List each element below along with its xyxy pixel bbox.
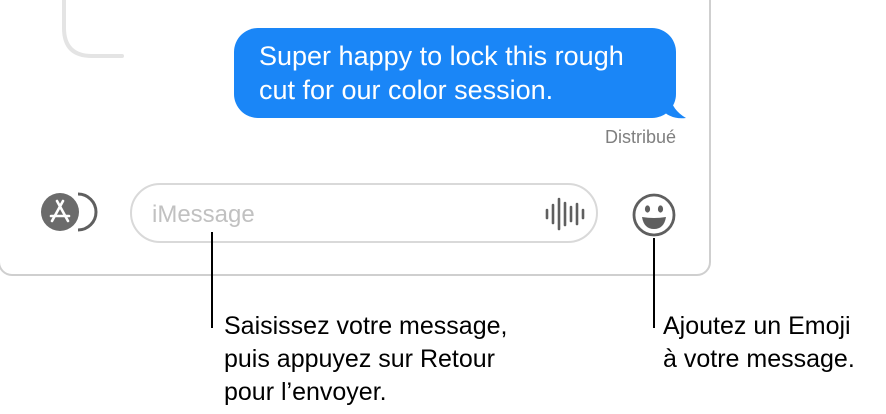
bubble-tail (660, 96, 686, 119)
delivery-status: Distribué (604, 127, 676, 147)
app-store-icon (41, 192, 98, 232)
apps-button[interactable] (38, 192, 104, 232)
emoji-button[interactable] (631, 192, 677, 243)
corner-arc-decoration (62, 0, 124, 58)
input-callout-line (211, 232, 213, 328)
smiley-face-icon (632, 193, 676, 237)
audio-waveform-icon[interactable] (544, 196, 586, 232)
emoji-callout-line (653, 238, 655, 328)
message-input[interactable]: iMessage (130, 183, 598, 243)
message-text: Super happy to lock this rough cut for o… (259, 41, 624, 105)
input-callout-text: Saisissez votre message, puis appuyez su… (224, 312, 508, 406)
emoji-callout-text: Ajoutez un Emoji à votre message. (663, 312, 855, 373)
sent-message-bubble[interactable]: Super happy to lock this rough cut for o… (234, 28, 676, 118)
input-placeholder: iMessage (152, 201, 255, 228)
